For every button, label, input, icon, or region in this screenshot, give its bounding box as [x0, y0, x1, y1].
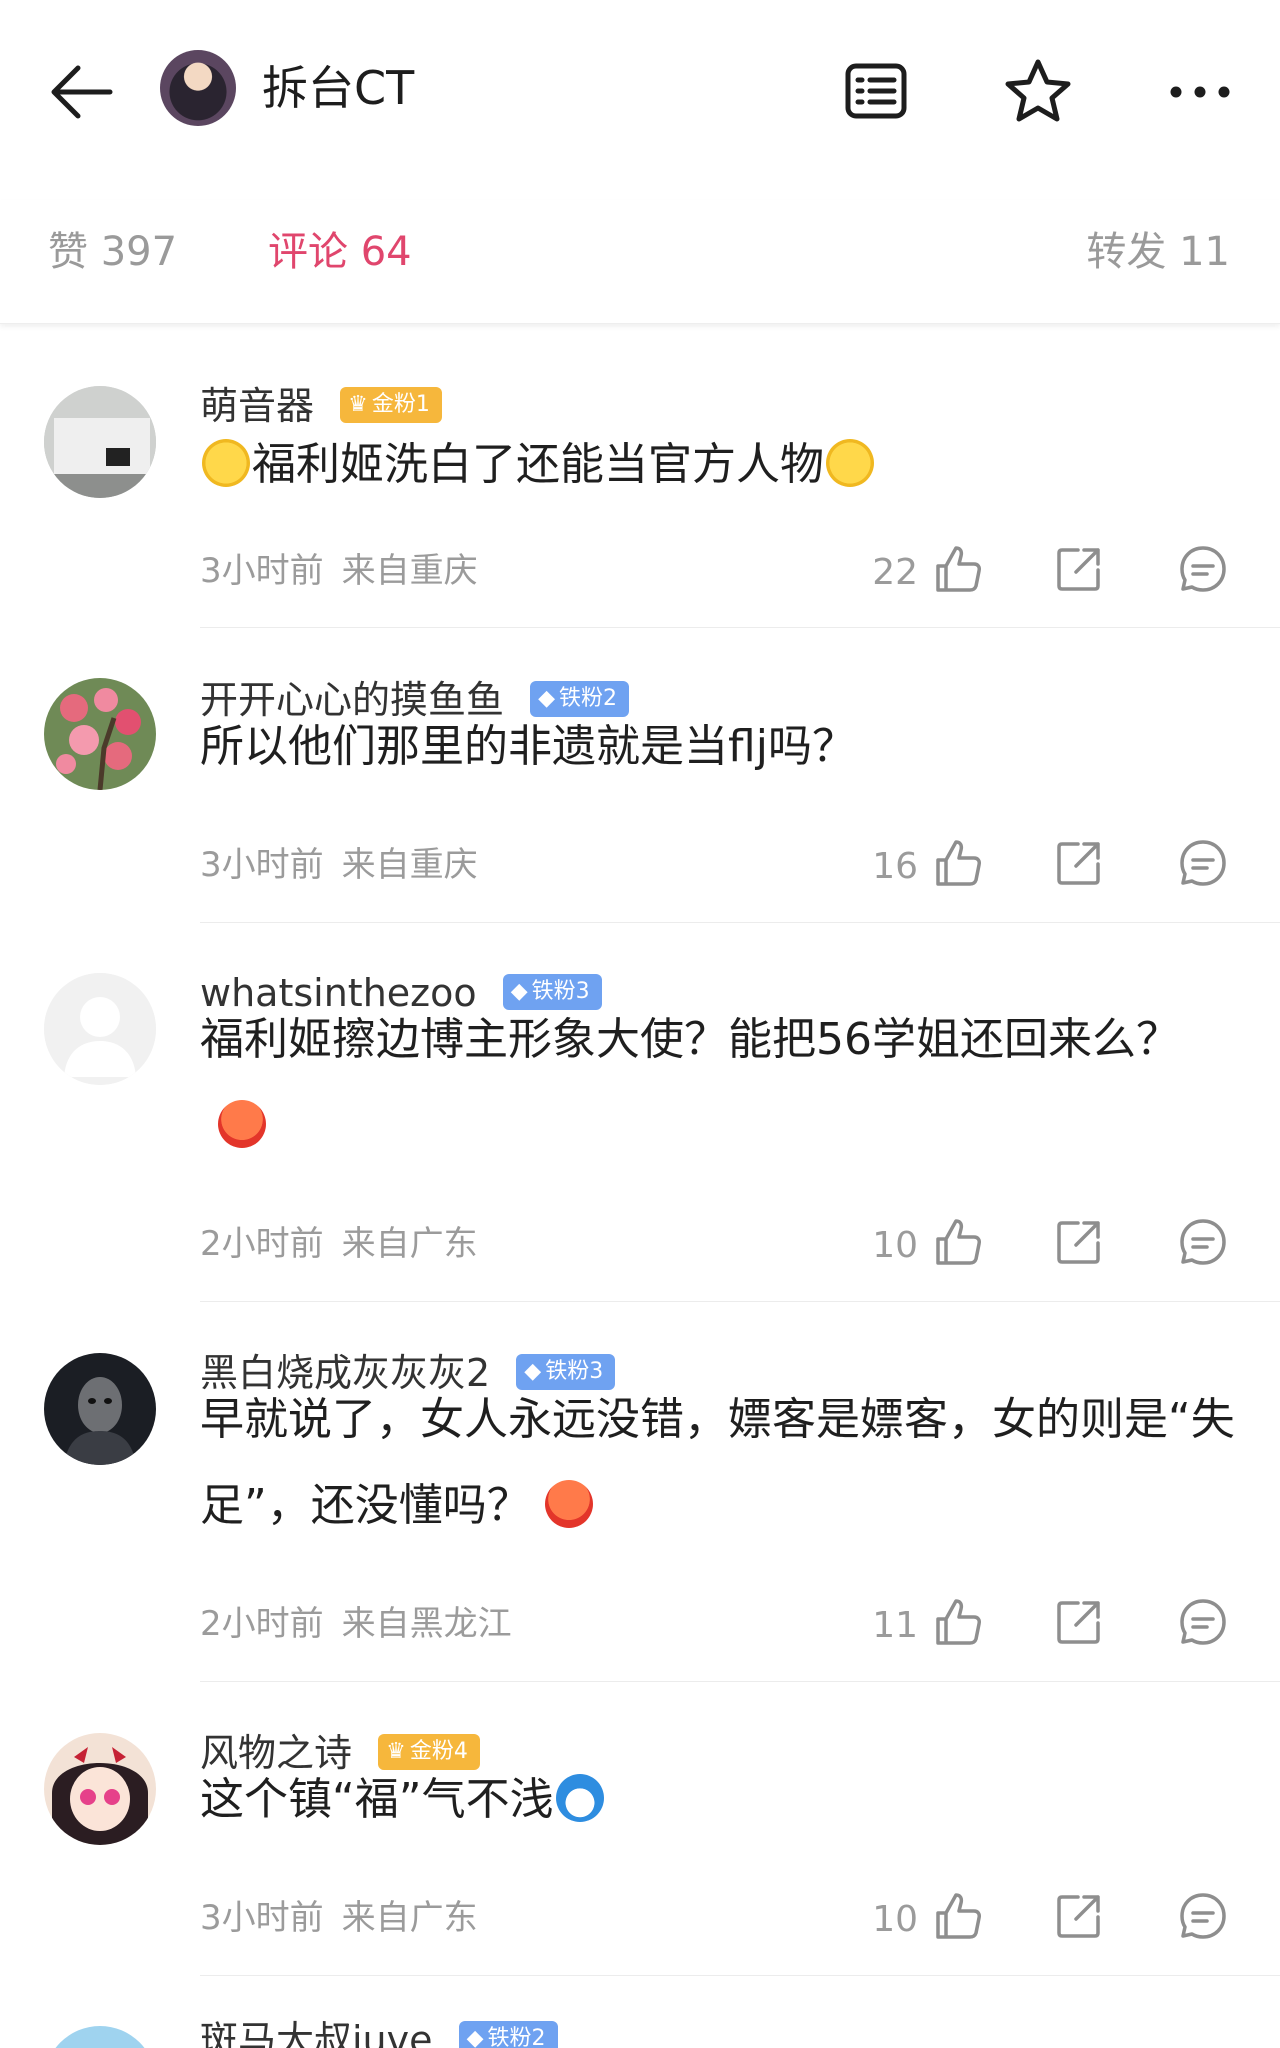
comment-text-main: 这个镇“福”气不浅: [200, 1774, 554, 1825]
diamond-icon: ◆: [466, 2025, 484, 2048]
thumbs-up-icon[interactable]: [930, 1215, 984, 1269]
comment-text: 所以他们那里的非遗就是当flj吗？: [200, 704, 1240, 790]
tab-bar: 赞 397 评论 64 转发 11: [0, 200, 1280, 324]
author-avatar[interactable]: [160, 50, 236, 126]
comment-divider: [200, 1681, 1280, 1682]
commenter-avatar[interactable]: [44, 1353, 156, 1465]
comment-location: 来自广东: [341, 1898, 478, 1938]
comment-text-main: 福利姬擦边博主形象大使？能把56学姐还回来么？: [200, 1014, 1180, 1065]
share-icon[interactable]: [1052, 1215, 1106, 1269]
comment-item: 斑马大叔juve ◆ 铁粉2: [0, 2020, 1280, 2048]
fan-badge-label: 铁粉2: [487, 2025, 546, 2048]
doraemon-emoji-icon: [555, 1774, 604, 1822]
comment-location: 来自广东: [341, 1224, 478, 1264]
comment-time: 2小时前: [200, 1604, 324, 1644]
angry-emoji-icon: [544, 1480, 593, 1528]
reply-icon[interactable]: [1176, 1595, 1230, 1649]
commenter-avatar[interactable]: [44, 1733, 156, 1845]
commenter-name-text[interactable]: 斑马大叔juve: [200, 2020, 433, 2048]
thumbs-up-icon[interactable]: [930, 836, 984, 890]
like-count: 10: [872, 1899, 918, 1940]
comment-text: 这个镇“福”气不浅: [200, 1757, 1240, 1843]
page-title[interactable]: 拆台CT: [262, 56, 414, 120]
commenter-avatar[interactable]: [44, 678, 156, 790]
like-count: 10: [872, 1225, 918, 1266]
fan-badge: ◆ 铁粉2: [458, 2020, 558, 2048]
comment-meta: 2小时前 来自黑龙江: [200, 1599, 512, 1649]
comment-divider: [200, 922, 1280, 923]
comment-text-main: 福利姬洗白了还能当官方人物: [252, 439, 824, 490]
back-arrow-icon[interactable]: [40, 50, 124, 134]
shocked-emoji-icon: [826, 439, 874, 487]
like-count: 16: [872, 846, 918, 887]
commenter-avatar[interactable]: [44, 386, 156, 498]
reply-icon[interactable]: [1176, 542, 1230, 596]
comment-text: 福利姬擦边博主形象大使？能把56学姐还回来么？: [200, 997, 1210, 1169]
commenter-name[interactable]: 斑马大叔juve ◆ 铁粉2: [200, 2020, 558, 2048]
comment-time: 2小时前: [200, 1224, 324, 1264]
star-icon[interactable]: [996, 50, 1080, 134]
reply-icon[interactable]: [1176, 1215, 1230, 1269]
share-icon[interactable]: [1052, 1595, 1106, 1649]
comment-time: 3小时前: [200, 1898, 324, 1938]
shocked-emoji-icon: [202, 439, 250, 487]
comment-location: 来自重庆: [341, 845, 478, 885]
comment-divider: [200, 1301, 1280, 1302]
share-icon[interactable]: [1052, 836, 1106, 890]
like-count: 22: [872, 552, 918, 593]
comment-time: 3小时前: [200, 845, 324, 885]
comment-text: 福利姬洗白了还能当官方人物: [200, 422, 1240, 508]
fan-badge-label: 金粉1: [371, 391, 430, 417]
comment-location: 来自重庆: [341, 551, 478, 591]
comment-meta: 3小时前 来自广东: [200, 1893, 478, 1943]
list-icon[interactable]: [834, 50, 918, 134]
reply-icon[interactable]: [1176, 836, 1230, 890]
comment-text-main: 所以他们那里的非遗就是当flj吗？: [200, 721, 856, 772]
comment-meta: 3小时前 来自重庆: [200, 840, 478, 890]
thumbs-up-icon[interactable]: [930, 1595, 984, 1649]
thumbs-up-icon[interactable]: [930, 1889, 984, 1943]
comment-meta: 2小时前 来自广东: [200, 1219, 478, 1269]
comment-time: 3小时前: [200, 551, 324, 591]
tab-likes[interactable]: 赞 397: [48, 226, 177, 278]
commenter-avatar[interactable]: [44, 2026, 156, 2048]
tab-comments[interactable]: 评论 64: [268, 226, 412, 278]
comment-text-main: 早就说了，女人永远没错，嫖客是嫖客，女的则是“失足”，还没懂吗？: [200, 1394, 1235, 1531]
share-icon[interactable]: [1052, 1889, 1106, 1943]
fan-badge: ♛ 金粉1: [340, 386, 442, 423]
reply-icon[interactable]: [1176, 1889, 1230, 1943]
comment-meta: 3小时前 来自重庆: [200, 546, 478, 596]
top-bar: 拆台CT: [0, 0, 1280, 178]
more-icon[interactable]: [1158, 50, 1242, 134]
commenter-avatar[interactable]: [44, 973, 156, 1085]
comment-location: 来自黑龙江: [341, 1604, 512, 1644]
angry-emoji-icon: [218, 1100, 266, 1148]
tab-reposts[interactable]: 转发 11: [1086, 226, 1230, 278]
comment-text: 早就说了，女人永远没错，嫖客是嫖客，女的则是“失足”，还没懂吗？: [200, 1377, 1260, 1549]
crown-icon: ♛: [348, 391, 368, 417]
thumbs-up-icon[interactable]: [930, 542, 984, 596]
like-count: 11: [872, 1605, 918, 1646]
comment-divider: [200, 1975, 1280, 1976]
share-icon[interactable]: [1052, 542, 1106, 596]
comment-divider: [200, 627, 1280, 628]
